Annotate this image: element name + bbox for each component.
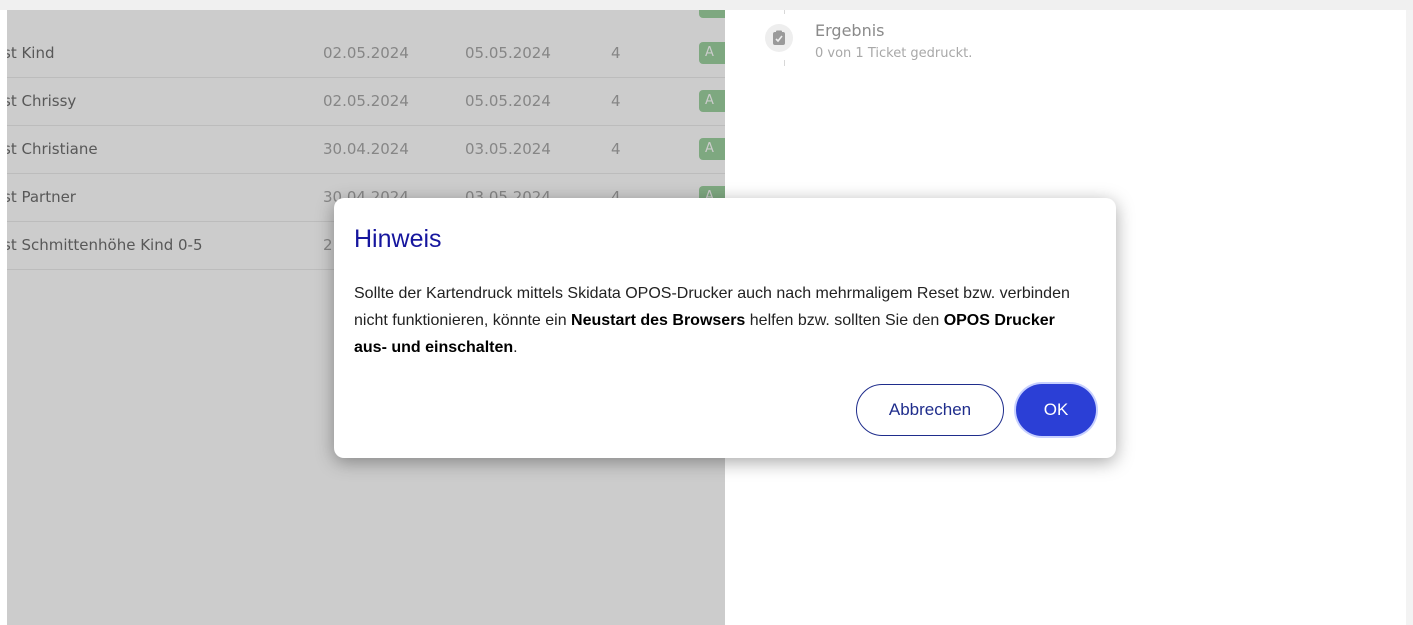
timeline-connector [784,10,785,14]
row-name: st Christiane [7,140,98,158]
table-row[interactable]: st Christiane 30.04.2024 03.05.2024 4 A [7,125,725,174]
cancel-button[interactable]: Abbrechen [856,384,1004,436]
top-strip [0,0,1413,10]
row-name: st Chrissy [7,92,77,110]
app-window: st Kind 02.05.2024 05.05.2024 4 A st Chr… [0,0,1413,625]
dialog-text: . [513,339,518,356]
result-title: Ergebnis [815,21,885,40]
row-name: st Partner [7,188,76,206]
row-count: 4 [611,140,621,158]
dialog-message: Sollte der Kartendruck mittels Skidata O… [354,280,1084,361]
status-badge: A [699,90,725,112]
clipboard-icon [765,24,793,52]
table-row[interactable]: st Kind 02.05.2024 05.05.2024 4 A [7,29,725,78]
result-subtitle: 0 von 1 Ticket gedruckt. [815,46,973,61]
table-row[interactable]: st Chrissy 02.05.2024 05.05.2024 4 A [7,77,725,126]
status-badge: A [699,42,725,64]
window-edge [1406,10,1413,625]
row-count: 4 [611,44,621,62]
status-badge [699,10,725,18]
dialog-title: Hinweis [354,225,442,253]
ok-button[interactable]: OK [1016,384,1096,436]
timeline-connector [784,60,785,66]
row-from-date: 2 [323,236,333,254]
row-name: st Kind [7,44,55,62]
row-count: 4 [611,92,621,110]
dialog-emphasis: Neustart des Browsers [571,312,746,329]
notice-dialog: Hinweis Sollte der Kartendruck mittels S… [334,198,1116,458]
row-from-date: 02.05.2024 [323,44,409,62]
dialog-text: helfen bzw. sollten Sie den [745,312,944,329]
row-from-date: 02.05.2024 [323,92,409,110]
row-to-date: 05.05.2024 [465,92,551,110]
status-badge: A [699,138,725,160]
row-from-date: 30.04.2024 [323,140,409,158]
row-to-date: 03.05.2024 [465,140,551,158]
row-to-date: 05.05.2024 [465,44,551,62]
row-name: st Schmittenhöhe Kind 0-5 [7,236,203,254]
